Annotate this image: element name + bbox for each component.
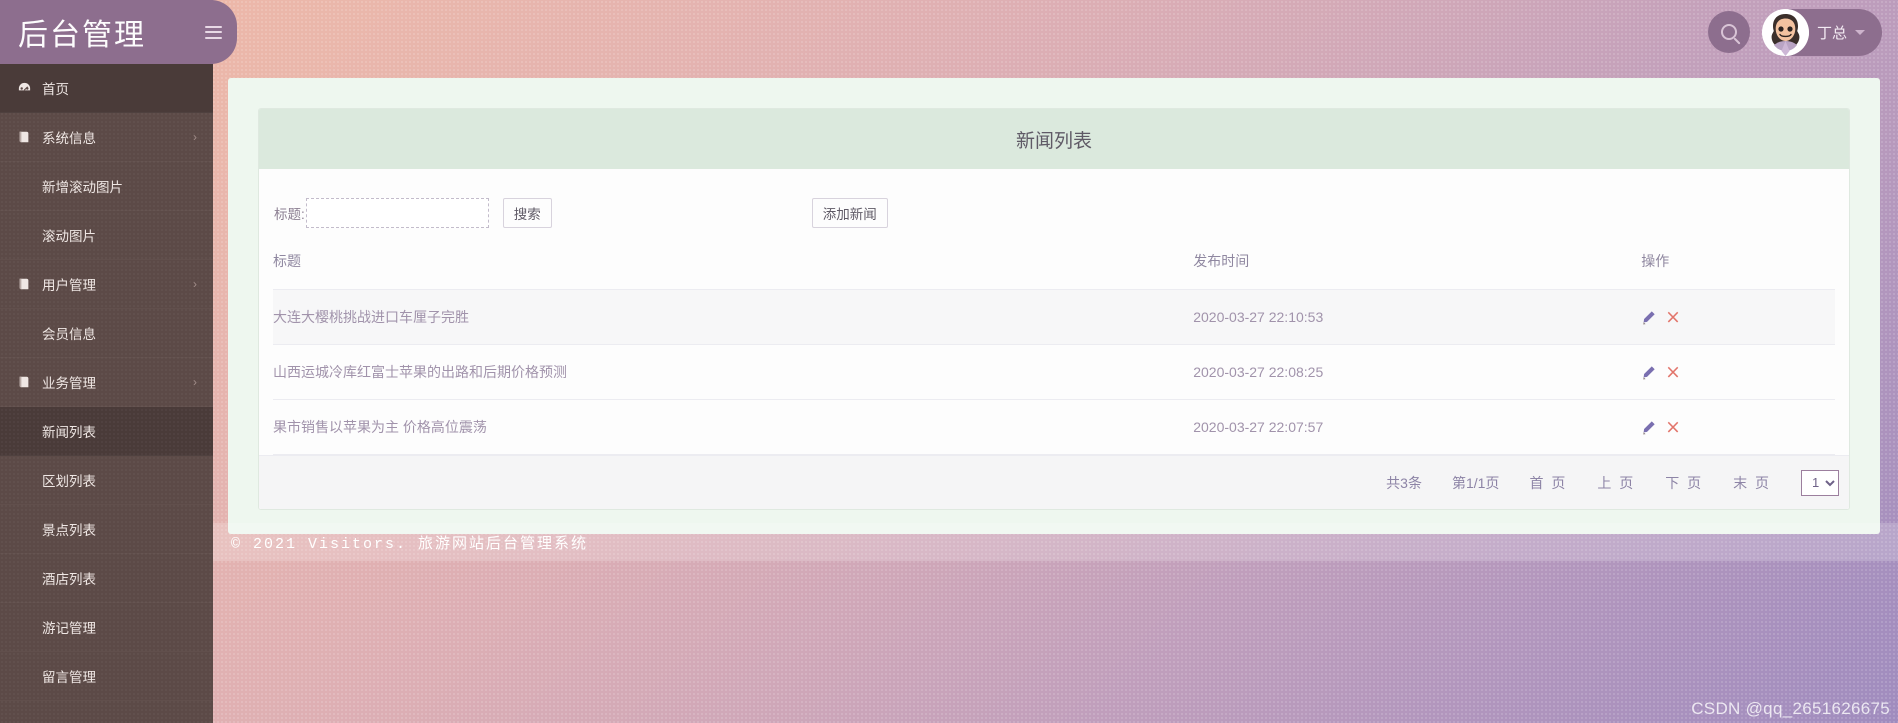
prev-page-link[interactable]: 上 页	[1597, 473, 1635, 493]
sidebar-toggle-button[interactable]	[189, 0, 237, 64]
sidebar-item-district-list[interactable]: 区划列表	[0, 456, 213, 505]
cell-date: 2020-03-27 22:07:57	[1193, 399, 1642, 455]
sidebar-item-attraction-list[interactable]: 景点列表	[0, 505, 213, 554]
next-page-link[interactable]: 下 页	[1665, 473, 1703, 493]
search-icon	[1721, 24, 1737, 40]
table-row[interactable]: 山西运城冷库红富士苹果的出路和后期价格预测 2020-03-27 22:08:2…	[273, 344, 1835, 400]
pencil-icon[interactable]	[1641, 310, 1656, 325]
table-row[interactable]: 大连大樱桃挑战进口车厘子完胜 2020-03-27 22:10:53	[273, 289, 1835, 345]
column-header-actions: 操作	[1641, 239, 1835, 290]
column-header-date: 发布时间	[1193, 239, 1642, 290]
pencil-icon[interactable]	[1641, 365, 1656, 380]
sidebar-item-label: 区划列表	[42, 474, 96, 489]
close-x-icon[interactable]	[1666, 365, 1680, 379]
sidebar-item-label: 系统信息	[42, 131, 96, 146]
sidebar-item-message-management[interactable]: 留言管理	[0, 652, 213, 701]
sidebar-item-travel-notes[interactable]: 游记管理	[0, 603, 213, 652]
pencil-icon[interactable]	[1641, 420, 1656, 435]
search-submit-button[interactable]: 搜索	[502, 198, 552, 228]
total-count-label: 共3条	[1386, 474, 1422, 491]
book-icon	[14, 375, 34, 389]
cell-title: 大连大樱桃挑战进口车厘子完胜	[273, 289, 1194, 345]
sidebar-item-label: 新增滚动图片	[42, 180, 123, 195]
sidebar-item-label: 业务管理	[42, 376, 96, 391]
cell-actions	[1641, 399, 1835, 455]
last-page-link[interactable]: 末 页	[1733, 473, 1771, 493]
column-header-title: 标题	[273, 239, 1194, 290]
add-news-button[interactable]: 添加新闻	[811, 198, 888, 228]
news-table: 标题 发布时间 操作 大连大樱桃挑战进口车厘子完胜 2020-03-27 22:…	[273, 239, 1835, 455]
cell-date: 2020-03-27 22:10:53	[1193, 289, 1642, 345]
table-body: 大连大樱桃挑战进口车厘子完胜 2020-03-27 22:10:53 山西运城冷…	[273, 289, 1835, 455]
sidebar-item-label: 游记管理	[42, 621, 96, 636]
avatar	[1762, 8, 1809, 56]
sidebar-item-label: 会员信息	[42, 327, 96, 342]
table-row[interactable]: 果市销售以苹果为主 价格高位震荡 2020-03-27 22:07:57	[273, 399, 1835, 455]
sidebar-item-label: 用户管理	[42, 278, 96, 293]
sidebar-item-label: 首页	[42, 82, 69, 97]
brand-block: 后台管理	[0, 0, 237, 64]
sidebar-item-business-management[interactable]: 业务管理 ›	[0, 358, 213, 407]
sidebar-item-news-list[interactable]: 新闻列表	[0, 407, 213, 456]
search-button[interactable]	[1708, 11, 1750, 53]
chevron-right-icon: ›	[193, 277, 197, 291]
pagination: 共3条 第1/1页 首 页 上 页 下 页 末 页 1	[259, 455, 1849, 509]
top-bar-actions: 丁总	[1708, 8, 1898, 56]
content-panel: 新闻列表 标题: 搜索 添加新闻 标题 发布时间 操作 大连大樱桃挑战进口车厘子…	[228, 78, 1880, 534]
book-icon	[14, 277, 34, 291]
title-search-input[interactable]	[305, 198, 489, 228]
book-icon	[14, 130, 34, 144]
sidebar: 首页 系统信息 › 新增滚动图片 滚动图片 用户管理 › 会员信息 业务管理 ›…	[0, 64, 213, 723]
table-head: 标题 发布时间 操作	[273, 239, 1835, 290]
sidebar-item-label: 滚动图片	[42, 229, 96, 244]
chevron-right-icon: ›	[193, 375, 197, 389]
brand-title: 后台管理	[18, 19, 146, 52]
sidebar-item-hotel-list[interactable]: 酒店列表	[0, 554, 213, 603]
first-page-link[interactable]: 首 页	[1529, 473, 1567, 493]
sidebar-item-label: 新闻列表	[42, 425, 96, 440]
footer: © 2021 Visitors. 旅游网站后台管理系统	[213, 523, 1898, 561]
sidebar-item-member-info[interactable]: 会员信息	[0, 309, 213, 358]
chevron-down-icon	[1855, 29, 1866, 35]
hamburger-icon	[204, 25, 222, 39]
news-card: 新闻列表 标题: 搜索 添加新闻 标题 发布时间 操作 大连大樱桃挑战进口车厘子…	[258, 108, 1850, 510]
sidebar-item-carousel-image[interactable]: 滚动图片	[0, 211, 213, 260]
card-header: 新闻列表	[259, 109, 1849, 169]
close-x-icon[interactable]	[1666, 420, 1680, 434]
sidebar-item-add-carousel-image[interactable]: 新增滚动图片	[0, 162, 213, 211]
sidebar-item-user-management[interactable]: 用户管理 ›	[0, 260, 213, 309]
user-menu-button[interactable]: 丁总	[1762, 8, 1882, 56]
sidebar-item-home[interactable]: 首页	[0, 64, 213, 113]
news-title-link[interactable]: 大连大樱桃挑战进口车厘子完胜	[273, 309, 469, 325]
sidebar-item-system-info[interactable]: 系统信息 ›	[0, 113, 213, 162]
sidebar-item-label: 景点列表	[42, 523, 96, 538]
top-bar: 后台管理 丁总	[0, 0, 1898, 64]
footer-text: © 2021 Visitors. 旅游网站后台管理系统	[231, 535, 589, 553]
title-field-label: 标题:	[274, 207, 305, 222]
page-indicator-label: 第1/1页	[1451, 474, 1500, 491]
news-title-link[interactable]: 果市销售以苹果为主 价格高位震荡	[273, 419, 487, 435]
close-x-icon[interactable]	[1666, 310, 1680, 324]
sidebar-item-label: 留言管理	[42, 670, 96, 685]
cell-title: 果市销售以苹果为主 价格高位震荡	[273, 399, 1194, 455]
dashboard-icon	[14, 81, 34, 96]
page-title: 新闻列表	[1015, 130, 1092, 152]
sidebar-item-label: 酒店列表	[42, 572, 96, 587]
cell-actions	[1641, 344, 1835, 400]
cell-actions	[1641, 289, 1835, 345]
search-toolbar: 标题: 搜索 添加新闻	[273, 187, 1835, 239]
table-header-row: 标题 发布时间 操作	[273, 239, 1835, 290]
chevron-right-icon: ›	[193, 130, 197, 144]
user-name: 丁总	[1817, 24, 1848, 42]
cell-date: 2020-03-27 22:08:25	[1193, 344, 1642, 400]
card-body: 标题: 搜索 添加新闻 标题 发布时间 操作 大连大樱桃挑战进口车厘子完胜 20…	[259, 169, 1849, 509]
page-size-select[interactable]: 1	[1801, 469, 1839, 496]
main-content: 新闻列表 标题: 搜索 添加新闻 标题 发布时间 操作 大连大樱桃挑战进口车厘子…	[213, 64, 1898, 723]
cell-title: 山西运城冷库红富士苹果的出路和后期价格预测	[273, 344, 1194, 400]
news-title-link[interactable]: 山西运城冷库红富士苹果的出路和后期价格预测	[273, 364, 567, 380]
watermark: CSDN @qq_2651626675	[1691, 699, 1890, 718]
